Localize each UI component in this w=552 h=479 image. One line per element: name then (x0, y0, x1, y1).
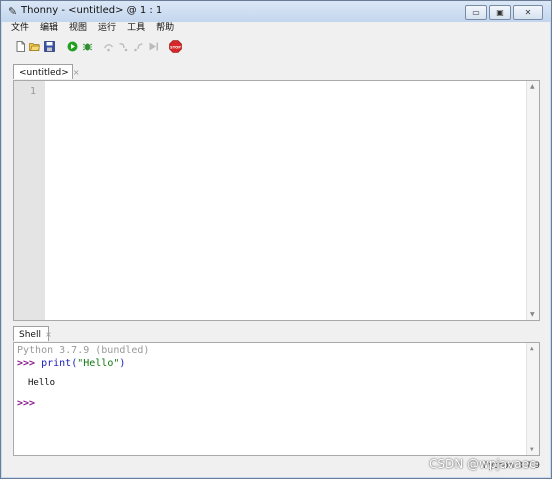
scroll-down-icon[interactable]: ▼ (530, 311, 535, 318)
menu-run[interactable]: 运行 (98, 22, 116, 35)
scroll-up-icon[interactable]: ▲ (530, 345, 534, 352)
stop-icon[interactable]: STOP (169, 40, 182, 53)
shell-console[interactable]: Python 3.7.9 (bundled) >>> print("Hello"… (13, 342, 540, 456)
shell-prompt-current: >>> (17, 398, 36, 409)
tab-close-icon[interactable]: × (45, 330, 52, 339)
scroll-up-icon[interactable]: ▲ (530, 83, 535, 90)
debug-icon[interactable] (82, 41, 93, 52)
new-file-icon[interactable] (15, 41, 26, 52)
scroll-down-icon[interactable]: ▼ (530, 446, 534, 453)
tab-shell-label: Shell (19, 330, 41, 340)
tab-close-icon[interactable]: × (73, 68, 80, 77)
step-over-icon[interactable] (103, 41, 114, 52)
stop-icon-label: STOP (170, 45, 181, 49)
menu-tools[interactable]: 工具 (127, 22, 145, 35)
tab-untitled[interactable]: <untitled> × (13, 64, 80, 79)
maximize-button[interactable]: ▣ (489, 5, 511, 20)
code-string: "Hello" (77, 358, 120, 369)
menu-view[interactable]: 视图 (69, 22, 87, 35)
shell-output: Hello (28, 378, 56, 388)
code-editor[interactable]: 1 ▲ ▼ (13, 80, 540, 321)
thonny-logo-icon: ✎ (8, 5, 18, 18)
close-button[interactable]: ✕ (513, 5, 543, 20)
shell-command-line: >>> print("Hello") (17, 358, 125, 369)
step-out-icon[interactable] (133, 41, 144, 52)
window-controls: ▭ ▣ ✕ (465, 5, 543, 20)
menu-bar: 文件 编辑 视图 运行 工具 帮助 (2, 22, 550, 35)
tab-shell[interactable]: Shell × (13, 326, 52, 341)
save-icon[interactable] (44, 41, 55, 52)
shell-prompt: >>> (17, 358, 42, 369)
code-function: print( (41, 358, 78, 369)
toolbar: STOP (2, 35, 550, 60)
line-number-gutter: 1 (14, 81, 45, 320)
app-window: ✎ Thonny - <untitled> @ 1 : 1 ▭ ▣ ✕ 文件 编… (0, 0, 552, 479)
open-folder-icon[interactable] (29, 41, 40, 52)
step-into-icon[interactable] (118, 41, 129, 52)
window-title: Thonny - <untitled> @ 1 : 1 (21, 5, 163, 16)
line-number: 1 (30, 86, 37, 97)
title-bar[interactable]: ✎ Thonny - <untitled> @ 1 : 1 ▭ ▣ ✕ (1, 1, 551, 22)
shell-banner: Python 3.7.9 (bundled) (17, 345, 150, 356)
resume-icon[interactable] (148, 41, 159, 52)
main-area: <untitled> × 1 ▲ ▼ Shell × Python 3.7.9 (b… (2, 60, 550, 477)
menu-help[interactable]: 帮助 (156, 22, 174, 35)
code-paren: ) (119, 358, 126, 369)
menu-file[interactable]: 文件 (11, 22, 29, 35)
shell-scrollbar[interactable]: ▲ ▼ (526, 343, 539, 455)
minimize-button[interactable]: ▭ (465, 5, 487, 20)
watermark: CSDN @wpjavaee (429, 457, 537, 471)
menu-edit[interactable]: 编辑 (40, 22, 58, 35)
tab-untitled-label: <untitled> (19, 68, 69, 78)
editor-scrollbar[interactable]: ▲ ▼ (526, 81, 539, 320)
run-icon[interactable] (67, 41, 78, 52)
